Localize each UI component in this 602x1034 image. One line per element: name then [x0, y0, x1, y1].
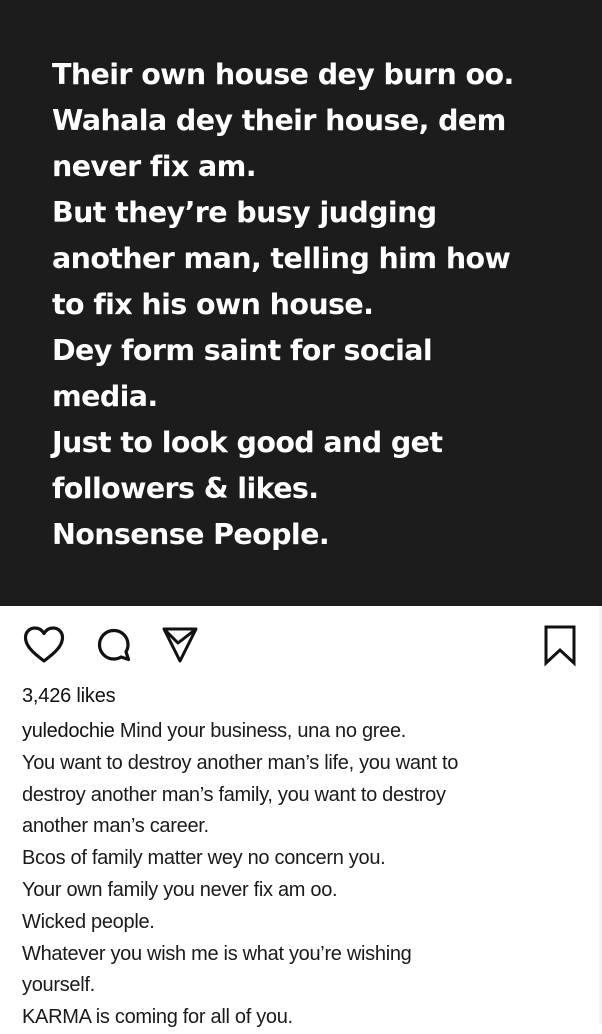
- caption-line: destroy another man’s family, you want t…: [22, 783, 446, 806]
- post-text-line: to fix his own house.: [52, 288, 374, 321]
- post-text-line: another man, telling him how: [52, 242, 511, 275]
- post-text-line: Nonsense People.: [52, 518, 330, 551]
- post-text-line: Their own house dey burn oo.: [52, 58, 514, 91]
- caption-line: Whatever you wish me is what you’re wish…: [22, 942, 412, 965]
- post-text-line: Dey form saint for social: [52, 334, 433, 367]
- likes-count[interactable]: 3,426 likes: [22, 682, 116, 710]
- caption-line: Your own family you never fix am oo.: [22, 878, 338, 901]
- paper-plane-icon[interactable]: [160, 624, 200, 666]
- post-text-line: never fix am.: [52, 150, 257, 183]
- caption-line: Wicked people.: [22, 910, 155, 933]
- post-image-text: Their own house dey burn oo. Wahala dey …: [52, 52, 582, 558]
- caption-line: You want to destroy another man’s life, …: [22, 751, 459, 774]
- post-text-line: followers & likes.: [52, 472, 319, 505]
- caption-line: Bcos of family matter wey no concern you…: [22, 847, 386, 870]
- caption-line: yourself.: [22, 974, 95, 997]
- caption-line: another man’s career.: [22, 815, 209, 838]
- caption-username[interactable]: yuledochie: [22, 720, 115, 742]
- post-image[interactable]: Their own house dey burn oo. Wahala dey …: [0, 0, 602, 606]
- caption-line: KARMA is coming for all of you.: [22, 1006, 293, 1029]
- post-text-line: Wahala dey their house, dem: [52, 104, 506, 137]
- caption-first-text: Mind your business, una no gree.: [114, 720, 407, 742]
- post-text-line: media.: [52, 380, 158, 413]
- post-caption: yuledochie Mind your business, una no gr…: [22, 716, 582, 1034]
- heart-icon[interactable]: [22, 625, 66, 665]
- post-text-line: But they’re busy judging: [52, 196, 437, 229]
- bookmark-icon[interactable]: [542, 623, 578, 667]
- post-text-line: Just to look good and get: [52, 426, 443, 459]
- post-action-bar: [0, 606, 602, 678]
- comment-icon[interactable]: [93, 625, 135, 667]
- caption-first-line: yuledochie Mind your business, una no gr…: [22, 716, 582, 748]
